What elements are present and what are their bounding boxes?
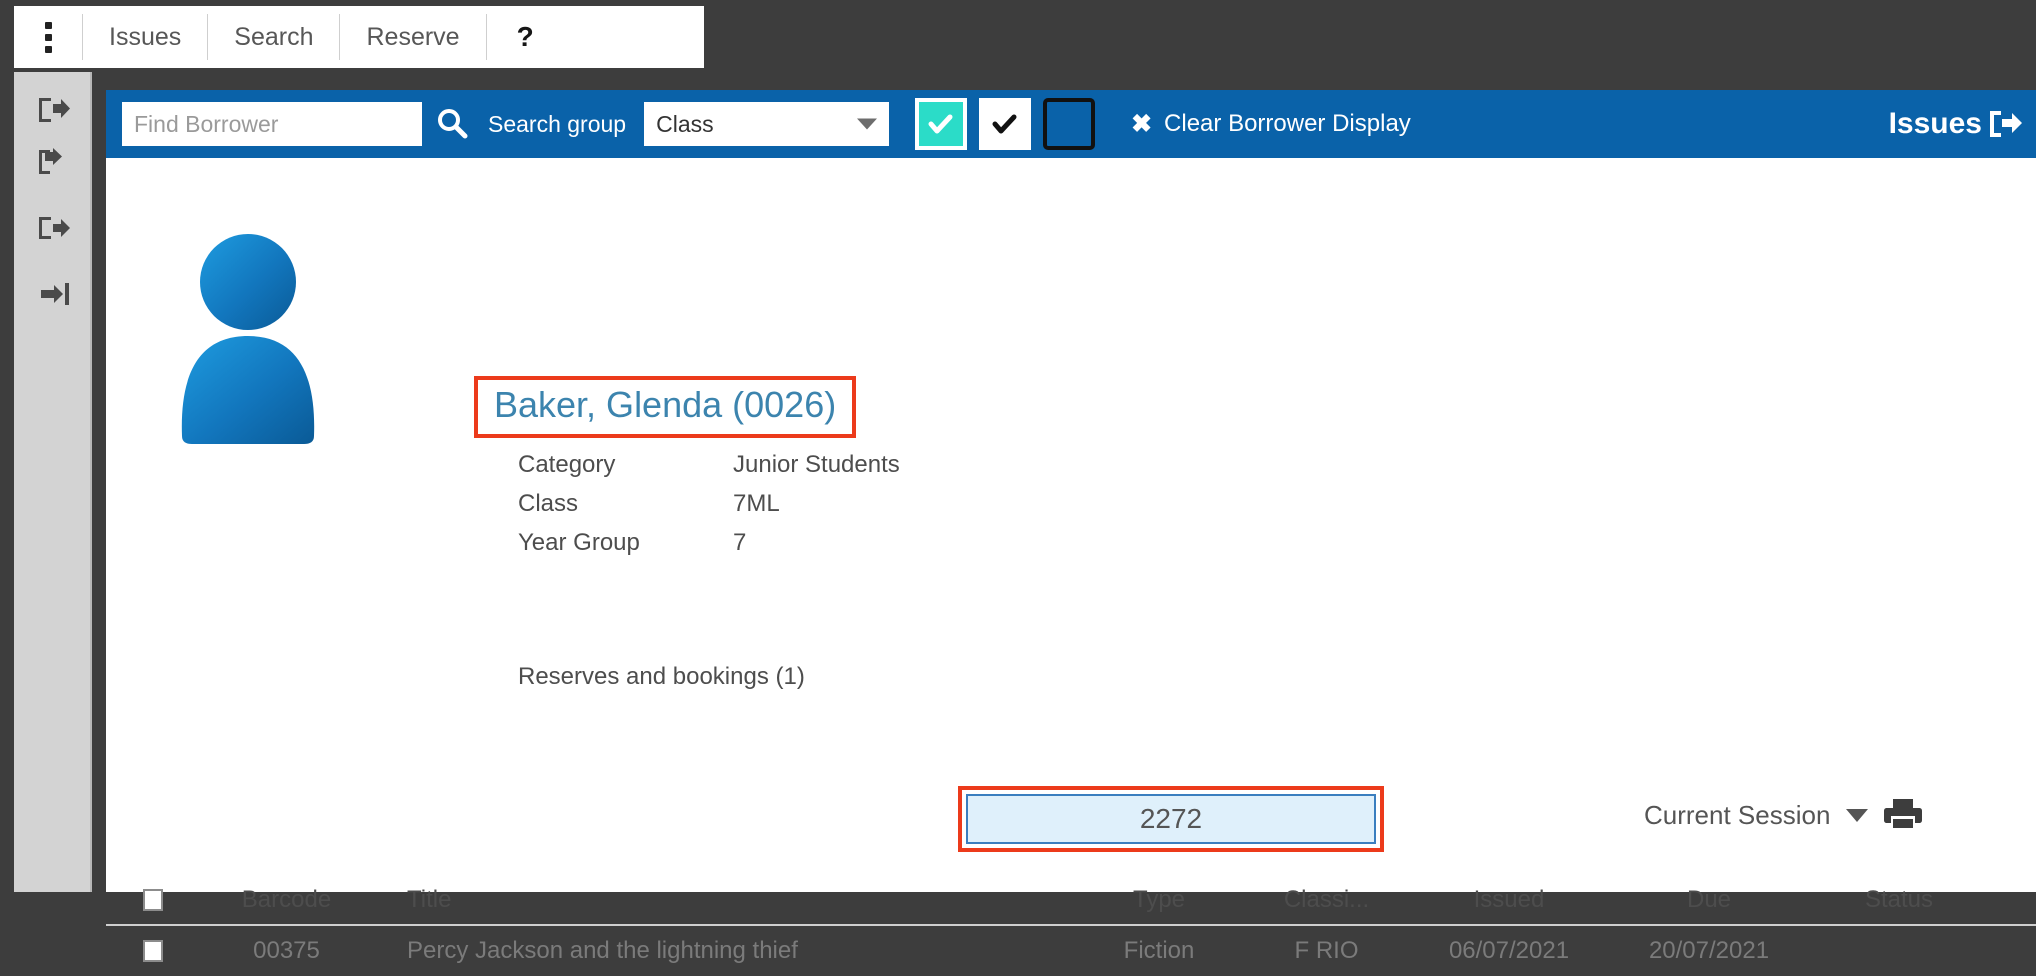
detail-label-category: Category (518, 451, 616, 478)
table-header-row: Barcode Title Type Classi... Issued Due … (106, 876, 2036, 926)
detail-value-class: 7ML (733, 490, 780, 517)
toggle-issues-active (919, 102, 964, 146)
clear-borrower-display-label: Clear Borrower Display (1164, 110, 1411, 137)
detail-row-category: Category Junior Students (518, 451, 900, 479)
exit-arrow-icon (1990, 111, 2022, 137)
barcode-scan-input[interactable] (966, 794, 1376, 844)
borrower-details: Category Junior Students Class 7ML Year … (518, 451, 900, 568)
chevron-down-icon (857, 118, 878, 130)
borrower-content-panel: Baker, Glenda (0026) Category Junior Stu… (106, 158, 2036, 964)
issues-exit-button[interactable]: Issues (1889, 107, 2022, 141)
table-header-barcode[interactable]: Barcode (199, 886, 374, 914)
borrower-toolbar: Search group Class ✖ Clear Borrower Disp… (106, 90, 2036, 158)
detail-row-year-group: Year Group 7 (518, 529, 900, 557)
table-header-select-all[interactable] (106, 889, 199, 911)
table-header-due[interactable]: Due (1609, 886, 1809, 914)
row-select-cell[interactable] (106, 940, 199, 962)
check-in-icon (39, 148, 62, 174)
printer-icon (1884, 799, 1923, 828)
sidebar-item-exit[interactable] (14, 202, 92, 254)
search-button[interactable] (422, 102, 482, 146)
exit-icon (39, 217, 70, 239)
detail-label-year-group: Year Group (518, 529, 640, 556)
toggle-issues-button[interactable] (915, 98, 968, 150)
print-button[interactable] (1884, 796, 1923, 835)
borrower-name[interactable]: Baker, Glenda (0026) (494, 384, 836, 426)
detail-row-class: Class 7ML (518, 490, 900, 518)
check-mark-icon (992, 114, 1017, 134)
table-row[interactable]: 00375 Percy Jackson and the lightning th… (106, 926, 2036, 976)
table-header-classification[interactable]: Classi... (1244, 886, 1409, 914)
kebab-menu-button[interactable] (14, 6, 82, 68)
user-avatar-icon (181, 234, 315, 444)
top-bar-background: Issues Search Reserve ? (0, 0, 2036, 72)
cell-classification: F RIO (1294, 937, 1359, 964)
menu-item-help[interactable]: ? (487, 6, 564, 68)
menu-item-issues[interactable]: Issues (83, 6, 207, 68)
cell-type: Fiction (1123, 937, 1195, 964)
session-controls: Current Session (1644, 796, 1923, 835)
sidebar-item-enter[interactable] (14, 268, 92, 320)
session-select[interactable]: Current Session (1644, 800, 1869, 831)
toggle-empty-button[interactable] (1043, 98, 1096, 150)
cell-title: Percy Jackson and the lightning thief (407, 937, 798, 964)
check-out-icon (39, 98, 70, 122)
search-group-select[interactable]: Class (644, 102, 890, 146)
table-header-issued[interactable]: Issued (1409, 886, 1609, 914)
close-icon: ✖ (1131, 109, 1153, 138)
cell-issued: 06/07/2021 (1448, 937, 1570, 964)
issued-items-table: Barcode Title Type Classi... Issued Due … (106, 876, 2036, 976)
chevron-down-icon (1846, 809, 1869, 822)
menu-item-reserve[interactable]: Reserve (340, 6, 485, 68)
detail-value-category: Junior Students (733, 451, 900, 478)
cell-due: 20/07/2021 (1648, 937, 1770, 964)
check-mark-icon (928, 114, 953, 134)
barcode-input-highlight (958, 786, 1384, 852)
issues-label: Issues (1888, 107, 1982, 140)
main-menu-bar: Issues Search Reserve ? (14, 6, 704, 68)
display-toggle-group (915, 98, 1096, 150)
search-group-value: Class (656, 110, 714, 137)
row-checkbox[interactable] (142, 940, 163, 962)
session-label: Current Session (1644, 800, 1831, 830)
cell-barcode: 00375 (253, 937, 320, 964)
borrower-name-highlight: Baker, Glenda (0026) (474, 376, 857, 438)
detail-value-year-group: 7 (733, 529, 747, 556)
table-header-title[interactable]: Title (374, 886, 1074, 914)
menu-item-search[interactable]: Search (208, 6, 339, 68)
left-sidebar (14, 72, 92, 892)
find-borrower-input[interactable] (122, 102, 422, 146)
select-all-checkbox[interactable] (142, 889, 163, 911)
kebab-menu-icon (44, 21, 52, 53)
detail-label-class: Class (518, 490, 579, 517)
sidebar-item-check-out[interactable] (14, 84, 92, 136)
toggle-reserves-button[interactable] (979, 98, 1032, 150)
sidebar-item-check-in[interactable] (14, 136, 92, 188)
table-header-status[interactable]: Status (1809, 886, 1989, 914)
reserves-and-bookings-link[interactable]: Reserves and bookings (1) (518, 663, 805, 691)
search-group-label: Search group (488, 110, 627, 137)
enter-icon (41, 283, 69, 305)
clear-borrower-display-button[interactable]: ✖ Clear Borrower Display (1131, 110, 1411, 138)
search-icon (438, 109, 468, 139)
table-header-type[interactable]: Type (1074, 886, 1244, 914)
